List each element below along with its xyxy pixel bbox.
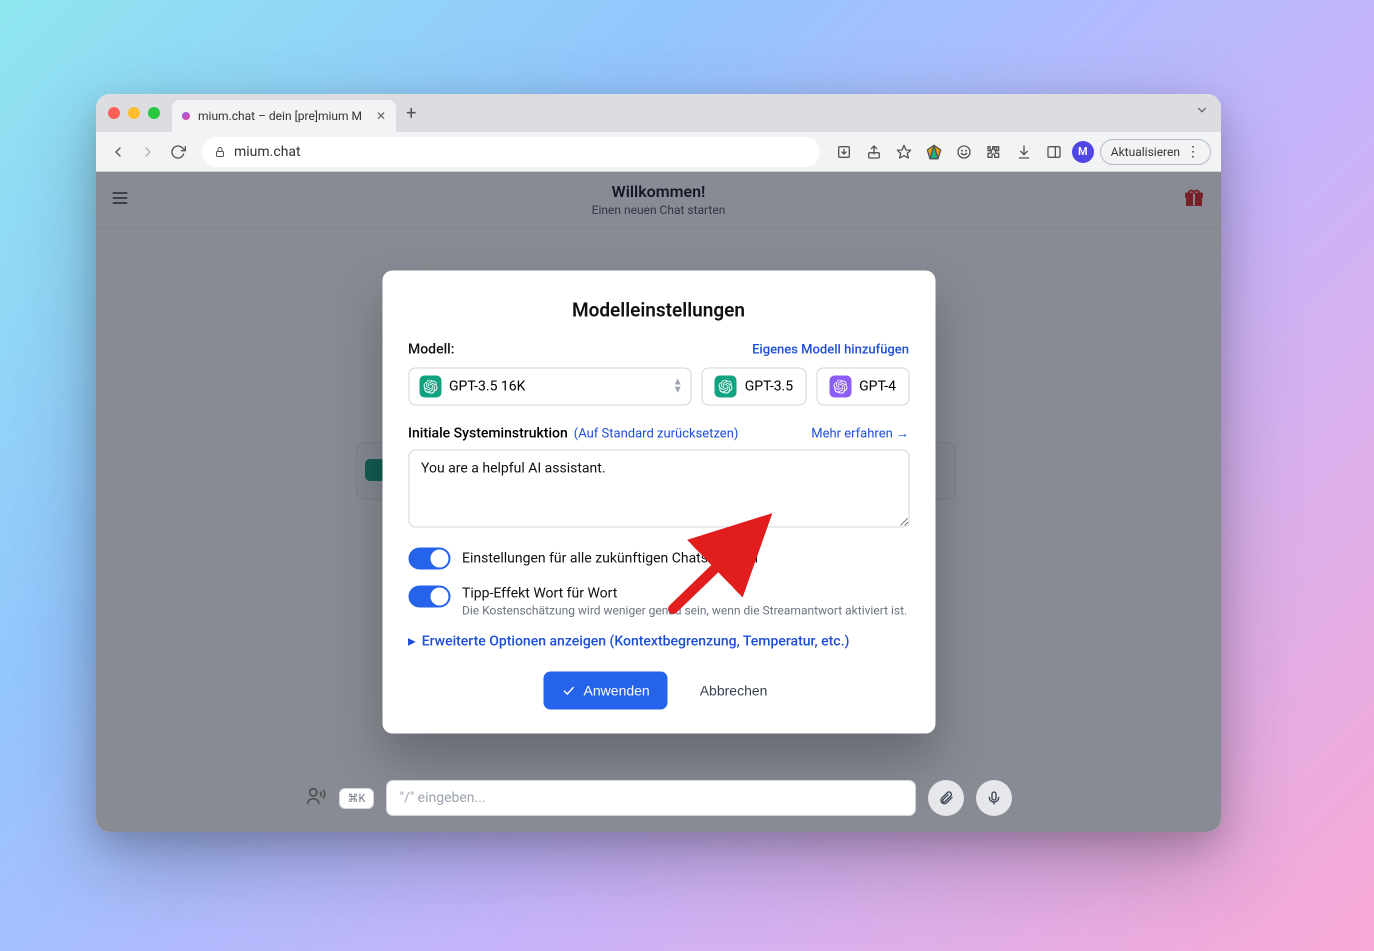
cancel-button-label: Abbrechen <box>700 683 768 699</box>
advanced-options-label: Erweiterte Optionen anzeigen (Kontextbeg… <box>422 634 850 650</box>
app-page: Willkommen! Einen neuen Chat starten Mod… <box>96 172 1221 832</box>
openai-icon <box>829 376 851 398</box>
address-text: mium.chat <box>234 144 301 160</box>
new-tab-button[interactable]: + <box>406 103 416 124</box>
modal-title: Modelleinstellungen <box>408 299 909 322</box>
voice-assist-icon[interactable] <box>305 785 327 811</box>
switch-stream-hint: Die Kostenschätzung wird weniger genau s… <box>462 604 907 618</box>
nav-back-icon[interactable] <box>106 140 130 164</box>
nav-reload-icon[interactable] <box>166 140 190 164</box>
toolbar-actions: M Aktualisieren ⋮ <box>832 139 1211 165</box>
composer-placeholder: "/" eingeben... <box>399 790 485 806</box>
openai-icon <box>715 376 737 398</box>
add-custom-model-link[interactable]: Eigenes Modell hinzufügen <box>752 342 909 357</box>
bookmark-star-icon[interactable] <box>892 140 916 164</box>
browser-tabstrip: mium.chat – dein [pre]mium M ✕ + <box>96 94 1221 132</box>
switch-remember-row: Einstellungen für alle zukünftigen Chats… <box>408 548 909 570</box>
model-pill-label: GPT-3.5 <box>745 379 793 395</box>
switch-remember[interactable] <box>408 548 450 570</box>
switch-stream-label: Tipp-Effekt Wort für Wort <box>462 586 907 602</box>
avatar-initial: M <box>1078 145 1088 158</box>
extensions-puzzle-icon[interactable] <box>982 140 1006 164</box>
window-controls <box>108 107 160 119</box>
install-app-icon[interactable] <box>832 140 856 164</box>
update-label: Aktualisieren <box>1111 145 1180 159</box>
profile-avatar[interactable]: M <box>1072 141 1094 163</box>
apply-button[interactable]: Anwenden <box>544 672 668 710</box>
browser-window: mium.chat – dein [pre]mium M ✕ + mium.ch… <box>96 94 1221 832</box>
switch-stream[interactable] <box>408 586 450 608</box>
model-pill-label: GPT-4 <box>859 379 896 395</box>
window-close-icon[interactable] <box>108 107 120 119</box>
openai-icon <box>419 376 441 398</box>
switch-stream-row: Tipp-Effekt Wort für Wort Die Kostenschä… <box>408 586 909 618</box>
sidepanel-icon[interactable] <box>1042 140 1066 164</box>
tab-title: mium.chat – dein [pre]mium M <box>198 109 362 123</box>
update-chip[interactable]: Aktualisieren ⋮ <box>1100 139 1211 165</box>
attach-button[interactable] <box>928 780 964 816</box>
composer: ⌘K "/" eingeben... <box>96 780 1221 816</box>
model-label: Modell: <box>408 342 454 358</box>
sysinstr-textarea[interactable] <box>408 450 909 528</box>
sysinstr-reset-link[interactable]: (Auf Standard zurücksetzen) <box>574 427 739 442</box>
composer-input[interactable]: "/" eingeben... <box>386 780 916 816</box>
lock-icon <box>214 146 226 158</box>
extension-gem-icon[interactable] <box>922 140 946 164</box>
model-row: GPT-3.5 16K ▲▼ GPT-3.5 GPT-4 <box>408 368 909 406</box>
window-minimize-icon[interactable] <box>128 107 140 119</box>
downloads-icon[interactable] <box>1012 140 1036 164</box>
select-chevrons-icon: ▲▼ <box>673 379 683 395</box>
browser-tab[interactable]: mium.chat – dein [pre]mium M ✕ <box>172 100 396 132</box>
tabstrip-menu-icon[interactable] <box>1195 102 1209 121</box>
address-bar[interactable]: mium.chat <box>202 137 820 167</box>
extension-smiley-icon[interactable] <box>952 140 976 164</box>
mic-button[interactable] <box>976 780 1012 816</box>
sysinstr-more-link[interactable]: Mehr erfahren → <box>811 426 909 442</box>
chrome-menu-icon[interactable]: ⋮ <box>1186 144 1200 160</box>
model-select[interactable]: GPT-3.5 16K ▲▼ <box>408 368 692 406</box>
model-pill-gpt35[interactable]: GPT-3.5 <box>702 368 806 406</box>
disclosure-triangle-icon: ▶ <box>408 636 416 647</box>
check-icon <box>562 684 576 698</box>
model-select-value: GPT-3.5 16K <box>449 379 525 395</box>
modal-actions: Anwenden Abbrechen <box>408 672 909 710</box>
window-maximize-icon[interactable] <box>148 107 160 119</box>
cancel-button[interactable]: Abbrechen <box>694 682 774 700</box>
apply-button-label: Anwenden <box>584 683 650 699</box>
switch-remember-label: Einstellungen für alle zukünftigen Chats… <box>462 551 758 567</box>
browser-toolbar: mium.chat M Aktualisieren ⋮ <box>96 132 1221 172</box>
tab-close-icon[interactable]: ✕ <box>376 109 386 123</box>
composer-shortcut-pill: ⌘K <box>339 788 375 809</box>
advanced-options-toggle[interactable]: ▶ Erweiterte Optionen anzeigen (Kontextb… <box>408 634 909 650</box>
model-pill-gpt4[interactable]: GPT-4 <box>816 368 909 406</box>
model-settings-modal: Modelleinstellungen Modell: Eigenes Mode… <box>382 271 935 734</box>
nav-forward-icon[interactable] <box>136 140 160 164</box>
sysinstr-label: Initiale Systeminstruktion <box>408 426 568 442</box>
tab-favicon-icon <box>182 112 190 120</box>
share-icon[interactable] <box>862 140 886 164</box>
